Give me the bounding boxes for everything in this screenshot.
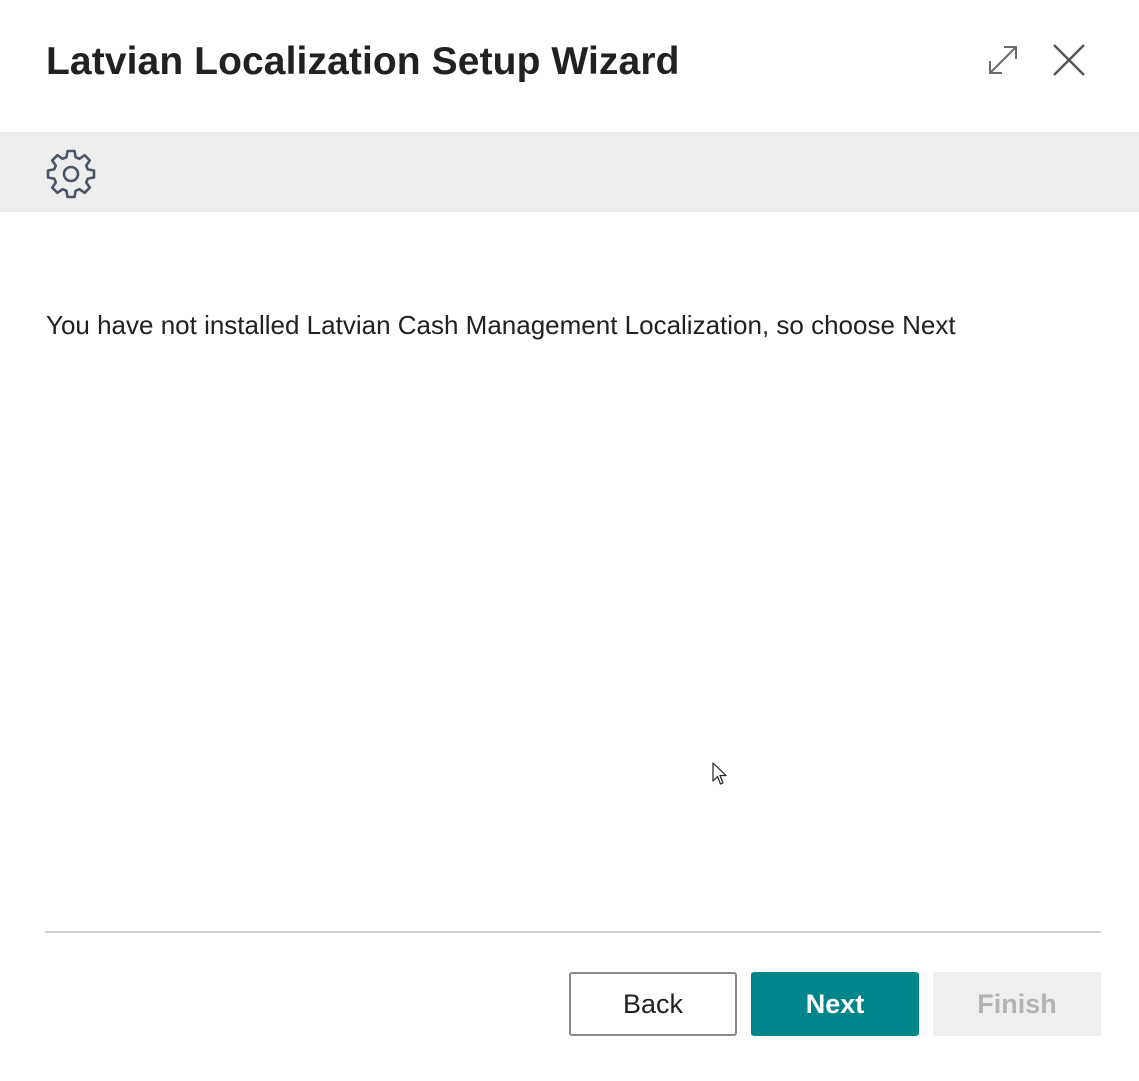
wizard-footer: Back Next Finish (569, 972, 1101, 1036)
wizard-banner (0, 132, 1139, 212)
close-button[interactable] (1049, 38, 1089, 82)
expand-icon (989, 46, 1017, 74)
expand-button[interactable] (983, 38, 1023, 82)
footer-divider (45, 931, 1101, 933)
finish-button: Finish (933, 972, 1101, 1036)
wizard-message: You have not installed Latvian Cash Mana… (46, 310, 956, 340)
next-button[interactable]: Next (751, 972, 919, 1036)
close-icon (1053, 44, 1085, 76)
mouse-pointer-icon (712, 762, 727, 785)
gear-icon (46, 149, 96, 199)
setup-wizard-dialog: Latvian Localization Setup Wizard You ha… (0, 0, 1139, 1081)
back-button[interactable]: Back (569, 972, 737, 1036)
title-actions (983, 38, 1089, 82)
dialog-title: Latvian Localization Setup Wizard (46, 40, 680, 83)
